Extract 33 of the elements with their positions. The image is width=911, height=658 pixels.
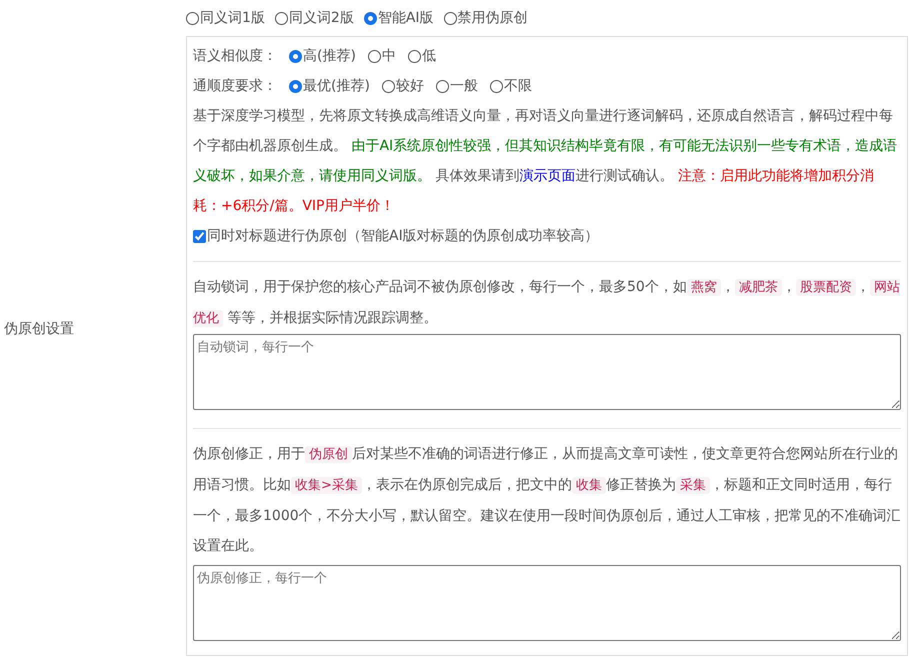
radio-option[interactable]: 同义词2版 <box>274 9 354 27</box>
radio-option[interactable]: 一般 <box>436 77 478 95</box>
lock-words-field[interactable]: 自动锁词，每行一个 <box>193 334 901 410</box>
radio-button[interactable] <box>382 80 395 92</box>
radio-button[interactable] <box>436 80 449 92</box>
radio-button[interactable] <box>368 50 381 62</box>
radio-option[interactable]: 高(推荐) <box>289 47 356 65</box>
lock-words-text: 自动锁词，用于保护您的核心产品词不被伪原创修改，每行一个，最多50个，如 燕窝 ， 减肥茶 ， 股票配资 ， 网站优化 等等，并根据实际情况跟踪调整。 <box>193 278 901 329</box>
radio-option[interactable]: 不限 <box>490 77 532 95</box>
radio-option[interactable]: 最优(推荐) <box>289 77 370 95</box>
radio-option[interactable]: 智能AI版 <box>364 9 434 27</box>
section-label: 伪原创设置 <box>3 320 75 338</box>
radio-button[interactable] <box>274 12 288 24</box>
similarity-label: 语义相似度： <box>193 47 277 65</box>
demo-page-link[interactable]: 演示页面 <box>519 168 576 184</box>
radio-option[interactable]: 禁用伪原创 <box>444 9 528 27</box>
radio-option[interactable]: 同义词1版 <box>186 9 265 27</box>
checkbox[interactable] <box>193 230 206 242</box>
radio-option[interactable]: 低 <box>408 47 436 65</box>
radio-option[interactable]: 较好 <box>382 77 424 95</box>
radio-button[interactable] <box>444 12 457 24</box>
radio-button[interactable] <box>289 80 302 92</box>
checkbox-option[interactable]: 同时对标题进行伪原创（智能AI版对标题的伪原创成功率较高） <box>193 227 599 245</box>
description-text: 基于深度学习模型，先将原文转换成高维语义向量，再对语义向量进行逐词解码，还原成自然语言，解码过程中每个字都由机器原创生成。 由于AI系统原创性较强，但其知识结构毕竟有限，有可能无法识别一些专有术语，造成语义破坏，如果介意，请使用同义词版。 具体效果请到演示页面进行测试确认。 注意：启用此功能将增加积分消耗：+6积分/篇。VIP用户半价！ <box>193 107 898 216</box>
radio-button[interactable] <box>289 50 302 62</box>
corrections-field[interactable]: 伪原创修正，每行一个 <box>193 565 901 641</box>
fluency-label: 通顺度要求： <box>193 77 277 95</box>
radio-button[interactable] <box>490 80 503 92</box>
radio-option[interactable]: 中 <box>368 47 396 65</box>
corrections-text: 伪原创修正，用于 伪原创 后对某些不准确的词语进行修正，从而提高文章可读性，使文章更符合您网站所在行业的用语习惯。比如 收集>采集 ，表示在伪原创完成后，把文中的 收集 修正替换为 采集 ，标题和正文同时适用，每行一个，最多1000个，不分大小写，默认留空。建议在使用一段时间伪原创后，通过人工审核，把常见的不准确词汇设置在此。 <box>193 445 901 556</box>
radio-button[interactable] <box>364 12 377 24</box>
radio-button[interactable] <box>408 50 421 62</box>
radio-button[interactable] <box>186 12 199 24</box>
